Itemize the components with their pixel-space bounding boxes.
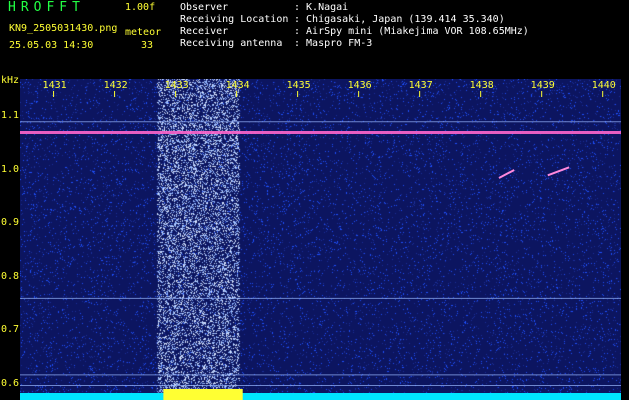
info-row-antenna: Receiving antenna : Maspro FM-3	[180, 38, 372, 49]
activity-burst	[163, 389, 243, 400]
filename-label: KN9_2505031430.png	[9, 23, 118, 34]
info-value: : Maspro FM-3	[294, 38, 373, 49]
x-tick-label: 1438	[469, 80, 494, 91]
x-tick-label: 1437	[408, 80, 433, 91]
y-tick-label: 1.1	[1, 110, 20, 122]
x-tick-label: 1434	[225, 80, 250, 91]
info-value: : Chigasaki, Japan (139.414 35.340)	[294, 14, 505, 25]
x-tick-label: 1435	[286, 80, 311, 91]
y-tick-label: 0.9	[1, 217, 20, 229]
meteor-count: 33	[141, 40, 154, 51]
meteor-label: meteor	[125, 27, 162, 38]
meteor-echo	[547, 166, 570, 177]
app-title: HROFFT	[8, 0, 85, 15]
x-tick-label: 1433	[164, 80, 189, 91]
y-tick-label: 0.6	[1, 377, 20, 389]
x-tick-label: 1432	[103, 80, 128, 91]
info-value: : AirSpy mini (Miakejima VOR 108.65MHz)	[294, 26, 529, 37]
info-row-location: Receiving Location : Chigasaki, Japan (13…	[180, 14, 505, 25]
info-key: Receiver	[180, 26, 229, 37]
header-panel: HROFFT 1.00f KN9_2505031430.png meteor 2…	[0, 0, 629, 74]
info-value: : K.Nagai	[294, 2, 349, 13]
info-key: Observer	[180, 2, 229, 13]
x-tick-label: 1440	[591, 80, 616, 91]
spectrogram-plot[interactable]	[20, 79, 621, 400]
meteor-echo	[498, 169, 515, 179]
y-tick-label: 0.7	[1, 324, 20, 336]
info-key: Receiving Location	[180, 14, 289, 25]
version-label: 1.00f	[125, 2, 156, 13]
info-row-observer: Observer : K.Nagai	[180, 2, 348, 13]
info-key: Receiving antenna	[180, 38, 283, 49]
y-tick-label: 0.8	[1, 270, 20, 282]
spectrogram-overlay	[20, 91, 621, 400]
y-axis-unit: kHz	[1, 75, 20, 86]
activity-baseline	[20, 393, 621, 400]
x-tick-label: 1436	[347, 80, 372, 91]
info-row-receiver: Receiver : AirSpy mini (Miakejima VOR 108…	[180, 26, 529, 37]
x-tick-label: 1439	[530, 80, 555, 91]
timestamp-label: 25.05.03 14:30	[9, 40, 94, 51]
x-tick-label: 1431	[42, 80, 67, 91]
y-tick-label: 1.0	[1, 163, 20, 175]
